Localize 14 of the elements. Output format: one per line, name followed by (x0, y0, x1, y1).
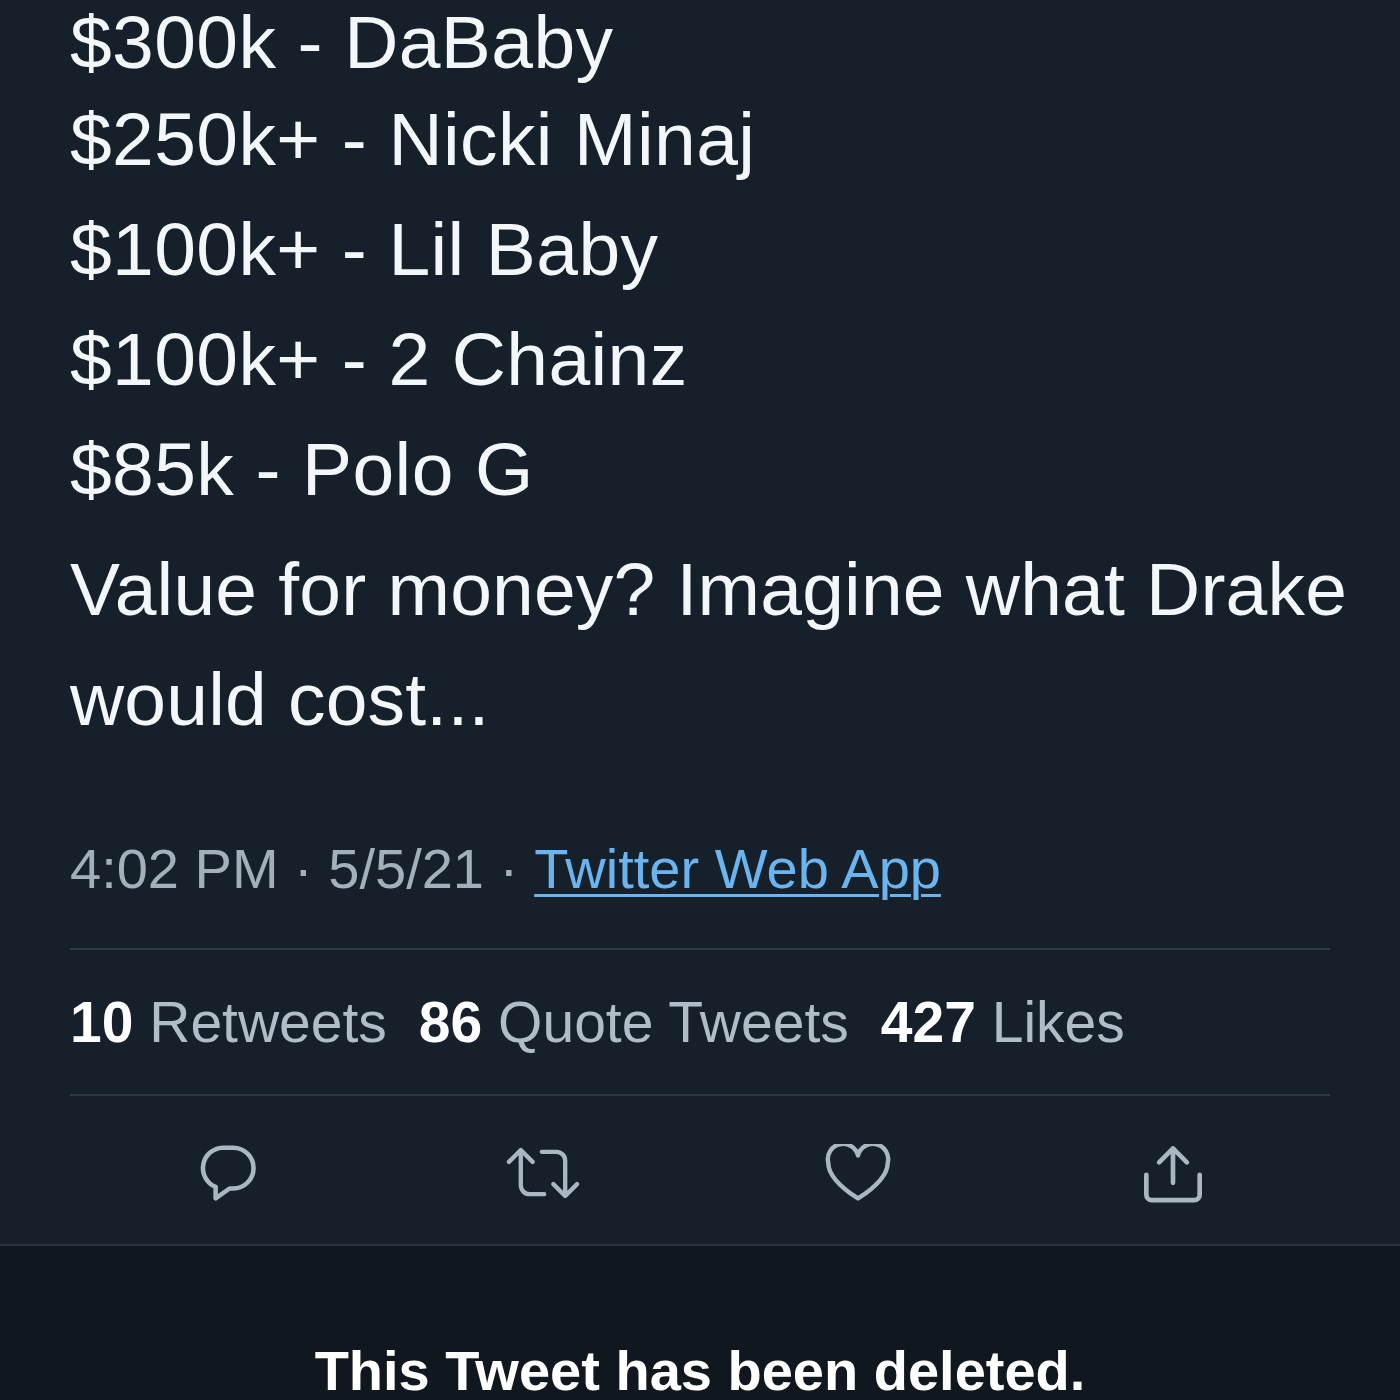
engagement-stat[interactable]: 427 Likes (880, 987, 1125, 1057)
tweet-text-line: $100k+ - 2 Chainz (70, 316, 689, 403)
tweet-timestamp: 4:02 PM · 5/5/21 · (70, 836, 519, 902)
source-link[interactable]: Twitter Web App (534, 834, 941, 904)
engagement-stat[interactable]: 86 Quote Tweets (418, 987, 849, 1057)
deleted-tweet-notice: This Tweet has been deleted. (314, 1343, 1086, 1399)
tweet-text-line: $250k+ - Nicki Minaj (70, 96, 757, 183)
tweet-text: Value for money? Imagine what Drake would cost... (70, 546, 1349, 743)
tweet-text-line: $300k - DaBaby (70, 0, 615, 84)
tweet-text-line: $100k+ - Lil Baby (70, 206, 660, 293)
repeat-arrows-icon[interactable] (505, 1147, 580, 1199)
tweet-text-line: $85k - Polo G (70, 426, 535, 513)
engagement-stat[interactable]: 10 Retweets (70, 987, 387, 1057)
heart-icon[interactable] (824, 1144, 891, 1202)
